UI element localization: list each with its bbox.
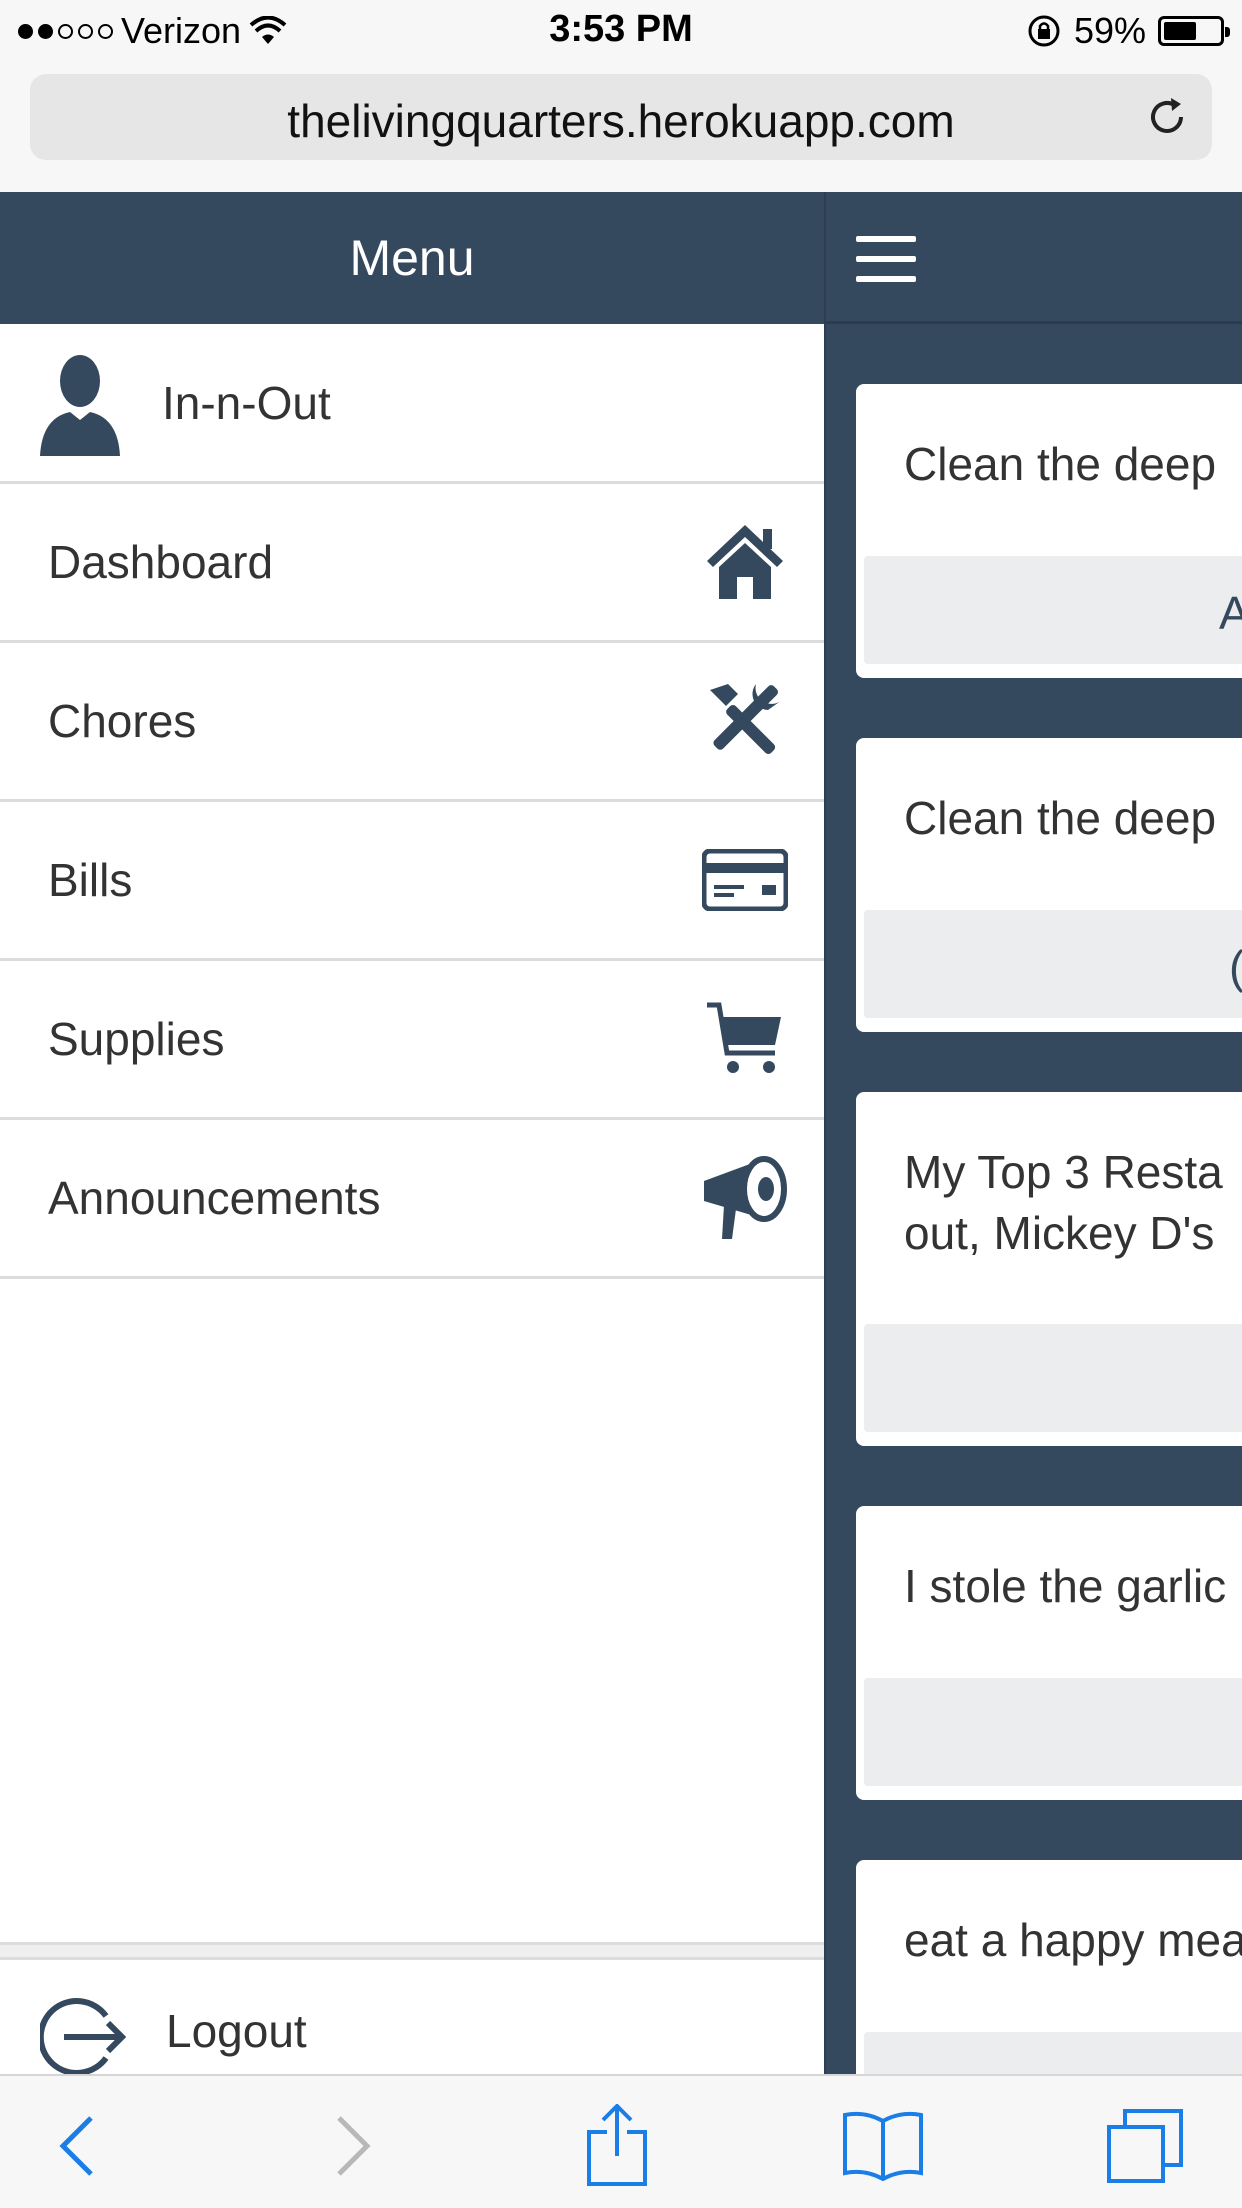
menu-item-label: Supplies bbox=[48, 1013, 225, 1065]
logout-icon bbox=[40, 1998, 126, 2076]
feed-card: eat a happy mea bbox=[856, 1860, 1242, 2074]
card-footer[interactable] bbox=[864, 1678, 1242, 1786]
book-icon bbox=[843, 2111, 923, 2181]
user-profile-item[interactable]: In-n-Out bbox=[0, 324, 824, 484]
feed-card: My Top 3 Resta out, Mickey D's bbox=[856, 1092, 1242, 1446]
card-text: I stole the garlic bbox=[904, 1560, 1227, 1612]
tabs-button[interactable] bbox=[1100, 2106, 1190, 2186]
user-icon bbox=[40, 354, 120, 456]
browser-toolbar bbox=[0, 2074, 1242, 2208]
status-bar: Verizon 3:53 PM 59% bbox=[0, 0, 1242, 62]
menu-item-label: Chores bbox=[48, 695, 197, 747]
card-footer[interactable] bbox=[864, 1324, 1242, 1432]
menu-item-label: Dashboard bbox=[48, 536, 274, 588]
card-footer-text: A bbox=[1219, 586, 1242, 640]
menu-item-bills[interactable]: Bills bbox=[0, 802, 824, 961]
logout-area: Logout bbox=[0, 1942, 824, 2097]
megaphone-icon bbox=[700, 1153, 790, 1243]
menu-item-dashboard[interactable]: Dashboard bbox=[0, 484, 824, 643]
chevron-right-icon bbox=[337, 2116, 371, 2176]
feed-card: Clean the deep A bbox=[856, 384, 1242, 678]
card-footer[interactable]: ( bbox=[864, 910, 1242, 1018]
card-footer[interactable] bbox=[864, 2032, 1242, 2074]
battery-percent: 59% bbox=[1073, 10, 1146, 51]
menu-item-supplies[interactable]: Supplies bbox=[0, 961, 824, 1120]
rotation-lock-icon bbox=[1028, 15, 1060, 47]
menu-item-label: Bills bbox=[48, 854, 133, 906]
menu-title: Menu bbox=[0, 192, 824, 324]
card-text: My Top 3 Resta out, Mickey D's bbox=[856, 1092, 1242, 1263]
bookmarks-button[interactable] bbox=[838, 2106, 928, 2186]
menu-item-chores[interactable]: Chores bbox=[0, 643, 824, 802]
url-text: thelivingquarters.herokuapp.com bbox=[287, 95, 955, 147]
share-icon bbox=[587, 2104, 647, 2186]
main-content: Clean the deep A Clean the deep ( My Top… bbox=[824, 192, 1242, 2074]
card-text: eat a happy mea bbox=[904, 1914, 1242, 1966]
card-text: Clean the deep bbox=[904, 792, 1217, 844]
forward-button[interactable] bbox=[308, 2106, 398, 2186]
address-bar[interactable]: thelivingquarters.herokuapp.com bbox=[30, 74, 1212, 160]
home-icon bbox=[700, 517, 790, 607]
feed-card: I stole the garlic bbox=[856, 1506, 1242, 1800]
back-button[interactable] bbox=[32, 2106, 122, 2186]
menu-item-announcements[interactable]: Announcements bbox=[0, 1120, 824, 1279]
side-menu: Menu In-n-Out Dashboard Chores Bills Sup… bbox=[0, 192, 824, 2097]
tools-icon bbox=[700, 676, 790, 766]
battery-icon bbox=[1158, 16, 1230, 46]
menu-item-label: Announcements bbox=[48, 1172, 381, 1224]
logout-label: Logout bbox=[166, 2005, 307, 2057]
card-text: Clean the deep bbox=[904, 438, 1217, 490]
share-button[interactable] bbox=[572, 2104, 662, 2186]
card-footer[interactable]: A bbox=[864, 556, 1242, 664]
user-name: In-n-Out bbox=[162, 376, 331, 429]
main-header bbox=[826, 192, 1242, 324]
card-text-line: My Top 3 Resta bbox=[904, 1146, 1223, 1198]
hamburger-menu-icon[interactable] bbox=[856, 236, 916, 282]
cart-icon bbox=[700, 994, 790, 1084]
chevron-left-icon bbox=[59, 2116, 93, 2176]
reload-icon[interactable] bbox=[1142, 92, 1192, 142]
card-text-line: out, Mickey D's bbox=[904, 1206, 1215, 1259]
tabs-icon bbox=[1107, 2109, 1183, 2183]
credit-card-icon bbox=[700, 835, 790, 925]
feed-card: Clean the deep ( bbox=[856, 738, 1242, 1032]
browser-address-area: thelivingquarters.herokuapp.com bbox=[0, 62, 1242, 192]
card-footer-text: ( bbox=[1229, 940, 1242, 994]
